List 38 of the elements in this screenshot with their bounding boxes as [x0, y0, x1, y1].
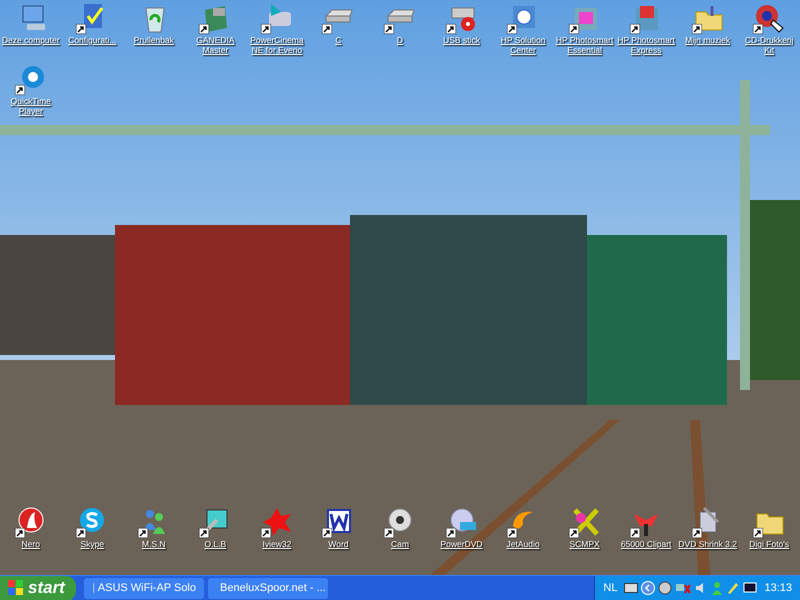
icon-label[interactable]: Skype — [80, 539, 104, 549]
icon-label[interactable]: 65000 Clipart — [620, 539, 672, 549]
language-indicator[interactable]: NL — [603, 580, 618, 596]
start-button[interactable]: start — [0, 576, 76, 600]
icon-label[interactable]: PowerCinema NE for Everio — [247, 35, 306, 55]
icon-label[interactable]: M.S.N — [142, 539, 166, 549]
icon-label[interactable]: GANEDIA Master — [186, 35, 245, 55]
icon-label[interactable]: USB stick — [443, 35, 480, 45]
windows-logo-icon — [8, 580, 24, 596]
icon-label[interactable]: QuickTime Player — [1, 96, 60, 116]
taskbar-window-button[interactable]: BeneluxSpoor.net - ... — [208, 578, 328, 598]
icon-label[interactable]: D — [396, 35, 404, 45]
keyboard-icon[interactable] — [624, 583, 638, 593]
icon-label[interactable]: SCMPX — [569, 539, 600, 549]
icon-label[interactable]: Digi Foto's — [749, 539, 790, 549]
clock[interactable]: 13:13 — [764, 580, 792, 596]
icon-label[interactable]: Configurati... — [68, 35, 116, 45]
icon-label[interactable]: HP Photosmart Essential — [555, 35, 614, 55]
icon-label[interactable]: Word — [328, 539, 349, 549]
disc-icon[interactable] — [658, 581, 672, 595]
monitor-icon[interactable] — [743, 581, 758, 595]
icon-label[interactable]: Mijn muziek — [685, 35, 730, 45]
network-icon[interactable] — [675, 581, 692, 595]
icon-label[interactable]: CD-Drukkerij Kit — [740, 35, 799, 55]
icon-label[interactable]: HP Solution Center — [494, 35, 553, 55]
splat-icon[interactable] — [260, 506, 293, 538]
icon-label[interactable]: C — [335, 35, 342, 45]
icon-label[interactable]: DVD Shrink 3.2 — [678, 539, 737, 549]
icon-label[interactable]: HP Photosmart Express — [616, 35, 676, 55]
icon-label[interactable]: Nero — [22, 539, 40, 549]
icon-label[interactable]: JetAudio — [506, 539, 540, 549]
taskbar-window-button[interactable]: ASUS WiFi-AP Solo — [84, 578, 204, 598]
icon-label[interactable]: O.L.B — [204, 539, 226, 549]
icon-label[interactable]: Iview32 — [262, 539, 292, 549]
icon-label[interactable]: Cam — [391, 539, 409, 549]
icon-label[interactable]: Deze computer — [2, 35, 60, 45]
icon-label[interactable]: Prullenbak — [134, 35, 174, 45]
icon-label[interactable]: PowerDVD — [440, 539, 483, 549]
